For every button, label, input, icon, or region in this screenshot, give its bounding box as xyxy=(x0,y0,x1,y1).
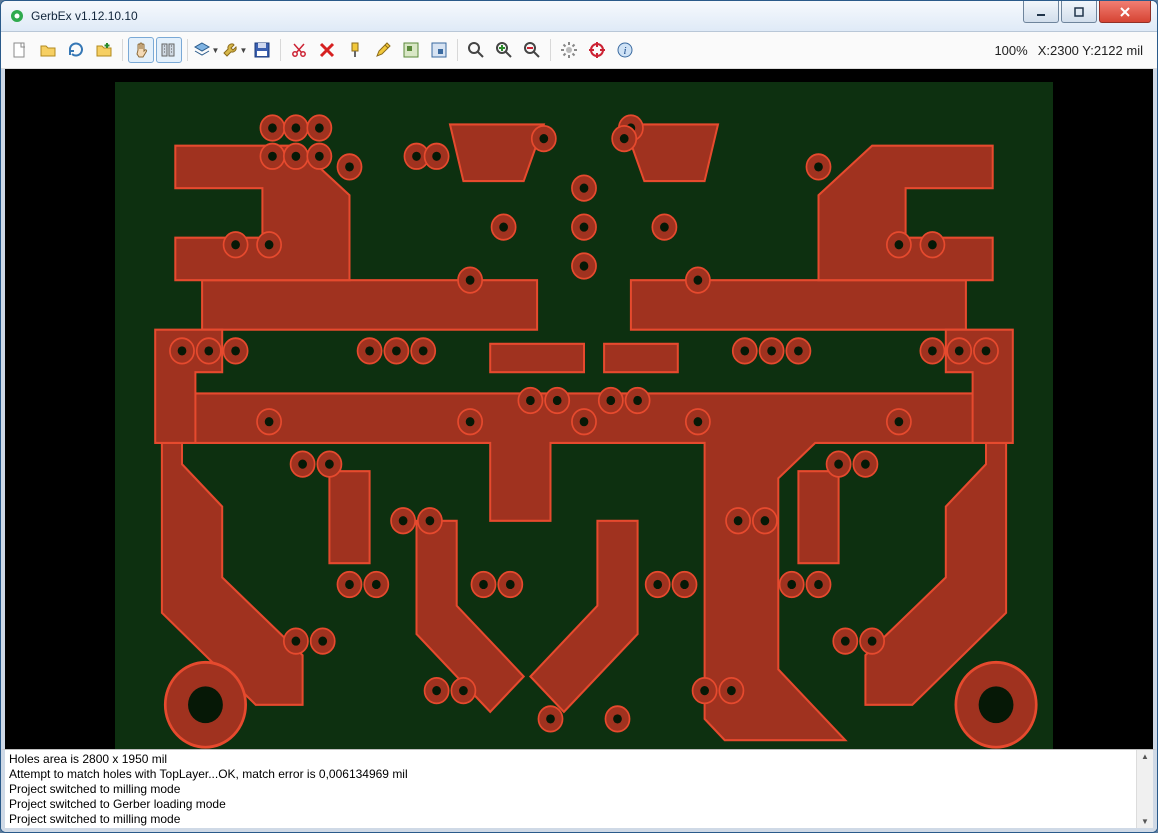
window-title: GerbEx v1.12.10.10 xyxy=(31,9,1023,23)
area2-button[interactable] xyxy=(426,37,452,63)
measure-icon xyxy=(160,41,178,59)
tools-button[interactable]: ▼ xyxy=(221,37,247,63)
folder-add-button[interactable] xyxy=(91,37,117,63)
area1-button[interactable] xyxy=(398,37,424,63)
main-toolbar: ▼ ▼ i 100% X:2300 Y:2122 mil xyxy=(1,32,1157,69)
scroll-up-icon[interactable]: ▲ xyxy=(1141,752,1149,761)
log-output[interactable]: Holes area is 2800 x 1950 milAttempt to … xyxy=(5,750,1136,828)
area2-icon xyxy=(430,41,448,59)
log-line: Holes area is 2800 x 1950 mil xyxy=(9,752,1132,767)
reload-button[interactable] xyxy=(63,37,89,63)
pencil-icon xyxy=(374,41,392,59)
chevron-down-icon: ▼ xyxy=(212,46,220,55)
pcb-viewport[interactable] xyxy=(1,69,1157,749)
file-new-icon xyxy=(11,41,29,59)
app-window: GerbEx v1.12.10.10 ▼ ▼ i 100% X:2300 Y:212… xyxy=(0,0,1158,833)
origin-button[interactable] xyxy=(584,37,610,63)
toolbar-separator xyxy=(280,39,281,61)
open-file-button[interactable] xyxy=(35,37,61,63)
settings-button[interactable] xyxy=(556,37,582,63)
log-line: Project switched to milling mode xyxy=(9,812,1132,827)
pan-button[interactable] xyxy=(128,37,154,63)
caption-buttons xyxy=(1023,1,1157,31)
magnifier-icon xyxy=(467,41,485,59)
toolbar-separator xyxy=(550,39,551,61)
minimize-button[interactable] xyxy=(1023,1,1059,23)
toolbar-separator xyxy=(457,39,458,61)
pcb-board[interactable] xyxy=(115,82,1053,749)
zoom-in-button[interactable] xyxy=(491,37,517,63)
hand-icon xyxy=(132,41,150,59)
toolbar-separator xyxy=(187,39,188,61)
zoom-button[interactable] xyxy=(463,37,489,63)
delete-button[interactable] xyxy=(314,37,340,63)
drill-icon xyxy=(346,41,364,59)
measure-button[interactable] xyxy=(156,37,182,63)
log-line: Project switched to Gerber loading mode xyxy=(9,797,1132,812)
chevron-down-icon: ▼ xyxy=(240,46,248,55)
zoom-out-icon xyxy=(523,41,541,59)
folder-add-icon xyxy=(95,41,113,59)
wrench-icon xyxy=(221,41,239,59)
coord-readout: X:2300 Y:2122 mil xyxy=(1038,43,1151,58)
svg-text:i: i xyxy=(623,45,626,57)
title-bar[interactable]: GerbEx v1.12.10.10 xyxy=(1,1,1157,32)
maximize-button[interactable] xyxy=(1061,1,1097,23)
new-file-button[interactable] xyxy=(7,37,33,63)
zoom-out-button[interactable] xyxy=(519,37,545,63)
save-button[interactable] xyxy=(249,37,275,63)
floppy-icon xyxy=(253,41,271,59)
scroll-down-icon[interactable]: ▼ xyxy=(1141,817,1149,826)
log-panel: Holes area is 2800 x 1950 milAttempt to … xyxy=(1,749,1157,832)
scissors-icon xyxy=(290,41,308,59)
zoom-readout: 100% xyxy=(994,43,1035,58)
log-scrollbar[interactable]: ▲ ▼ xyxy=(1136,750,1153,828)
layers-button[interactable]: ▼ xyxy=(193,37,219,63)
layers-icon xyxy=(193,41,211,59)
zoom-in-icon xyxy=(495,41,513,59)
area1-icon xyxy=(402,41,420,59)
cut-button[interactable] xyxy=(286,37,312,63)
log-line: Project switched to milling mode xyxy=(9,782,1132,797)
app-icon xyxy=(9,8,25,24)
info-button[interactable]: i xyxy=(612,37,638,63)
crosshair-icon xyxy=(588,41,606,59)
folder-open-icon xyxy=(39,41,57,59)
gear-icon xyxy=(560,41,578,59)
pencil-button[interactable] xyxy=(370,37,396,63)
info-icon: i xyxy=(616,41,634,59)
close-button[interactable] xyxy=(1099,1,1151,23)
log-line: Attempt to match holes with TopLayer...O… xyxy=(9,767,1132,782)
toolbar-separator xyxy=(122,39,123,61)
reload-icon xyxy=(67,41,85,59)
x-red-icon xyxy=(318,41,336,59)
drill-button[interactable] xyxy=(342,37,368,63)
